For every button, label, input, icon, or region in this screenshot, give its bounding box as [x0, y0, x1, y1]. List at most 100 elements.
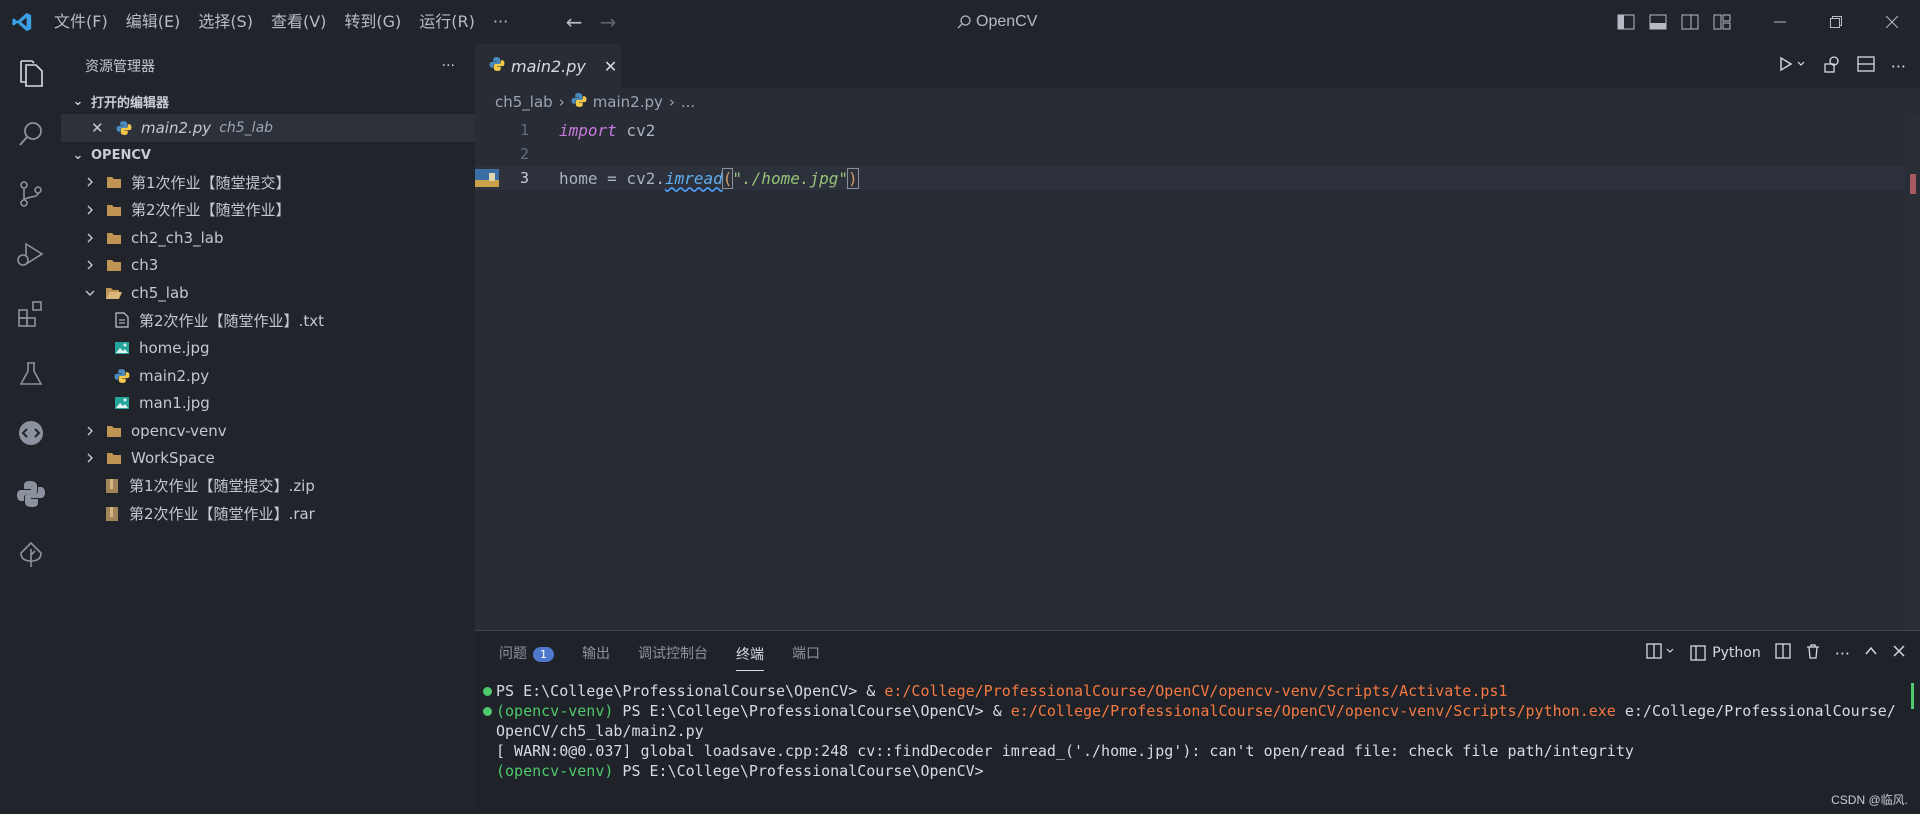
- image-file-icon: [113, 394, 131, 412]
- menu-run[interactable]: 运行(R): [410, 0, 484, 44]
- code-line-current: 3 home = cv2.imread("./home.jpg"): [475, 166, 1905, 190]
- file-tree-item[interactable]: ch2_ch3_lab: [61, 224, 475, 252]
- success-dot-icon: [483, 701, 496, 721]
- tab-output[interactable]: 输出: [582, 643, 610, 663]
- back-arrow-icon[interactable]: ←: [557, 0, 591, 44]
- breadcrumb-file[interactable]: main2.py: [593, 93, 663, 111]
- file-tree-label: WorkSpace: [131, 449, 215, 468]
- customize-layout-icon[interactable]: [1706, 0, 1738, 44]
- minimize-icon[interactable]: [1752, 0, 1808, 44]
- python-icon[interactable]: [0, 464, 61, 524]
- tab-terminal[interactable]: 终端: [736, 644, 764, 671]
- menu-selection[interactable]: 选择(S): [189, 0, 262, 44]
- folder-icon: [105, 201, 123, 219]
- toggle-panel-icon[interactable]: [1642, 0, 1674, 44]
- terminal-text: e:/College/ProfessionalCourse/: [1615, 702, 1896, 720]
- restore-icon[interactable]: [1808, 0, 1864, 44]
- terminal-venv: (opencv-venv): [496, 702, 614, 720]
- tab-ports[interactable]: 端口: [792, 643, 820, 663]
- explorer-icon[interactable]: [0, 44, 61, 104]
- menu-go[interactable]: 转到(G): [335, 0, 410, 44]
- terminal-panel-icon: [1690, 645, 1706, 661]
- split-terminal-icon[interactable]: [1775, 643, 1791, 663]
- open-editor-item[interactable]: ✕ main2.py ch5_lab: [61, 114, 475, 142]
- code-text: home = cv2.: [559, 168, 665, 188]
- open-editor-desc: ch5_lab: [219, 119, 274, 136]
- chat-icon[interactable]: [0, 404, 61, 464]
- terminal-warning: [ WARN:0@0.037] global loadsave.cpp:248 …: [496, 742, 1634, 760]
- bottom-panel: 问题 1 输出 调试控制台 终端 端口 Python ··· PS E:\Coll…: [475, 630, 1920, 814]
- line-number: 1: [519, 121, 529, 139]
- folder-icon: [105, 449, 123, 467]
- archive-file-icon: [103, 477, 121, 495]
- close-icon[interactable]: ✕: [91, 119, 109, 137]
- tab-problems[interactable]: 问题 1: [499, 643, 554, 663]
- success-dot-icon: [483, 681, 496, 701]
- explorer-title: 资源管理器: [85, 59, 155, 75]
- open-editors-section[interactable]: ⌄ 打开的编辑器: [61, 88, 475, 114]
- problems-label: 问题: [499, 646, 527, 662]
- tab-main2-py[interactable]: main2.py ✕: [475, 44, 621, 88]
- remote-tree-icon[interactable]: [0, 524, 61, 584]
- file-tree-item[interactable]: 第2次作业【随堂作业】.rar: [61, 500, 475, 528]
- terminal-line: PS E:\College\ProfessionalCourse\OpenCV>…: [483, 681, 1920, 701]
- compare-changes-icon[interactable]: [1823, 55, 1841, 77]
- extensions-icon[interactable]: [0, 284, 61, 344]
- menu-more[interactable]: ···: [484, 0, 517, 44]
- testing-flask-icon[interactable]: [0, 344, 61, 404]
- file-tree-item[interactable]: 第1次作业【随堂提交】: [61, 169, 475, 197]
- search-icon[interactable]: [0, 104, 61, 164]
- run-debug-icon[interactable]: [0, 224, 61, 284]
- menu-file[interactable]: 文件(F): [44, 0, 117, 44]
- toggle-sidebar-icon[interactable]: [1610, 0, 1642, 44]
- file-tree-item[interactable]: opencv-venv: [61, 417, 475, 445]
- editor-more-icon[interactable]: ···: [1891, 57, 1906, 76]
- file-tree-label: 第2次作业【随堂作业】.rar: [129, 505, 315, 524]
- file-tree-item[interactable]: WorkSpace: [61, 445, 475, 473]
- close-window-icon[interactable]: [1864, 0, 1920, 44]
- terminal-output[interactable]: PS E:\College\ProfessionalCourse\OpenCV>…: [475, 675, 1920, 781]
- code-editor[interactable]: 1 import cv2 2 3 home = cv2.imread("./ho…: [475, 116, 1920, 630]
- new-terminal-split-icon[interactable]: [1646, 643, 1676, 663]
- breadcrumb-symbol[interactable]: ...: [681, 93, 695, 111]
- file-tree-item[interactable]: man1.jpg: [61, 389, 475, 417]
- trash-icon[interactable]: [1805, 643, 1821, 663]
- terminal-line: (opencv-venv) PS E:\College\Professional…: [483, 701, 1920, 721]
- panel-more-icon[interactable]: ···: [1835, 644, 1850, 663]
- command-center[interactable]: OpenCV: [956, 0, 1037, 44]
- toggle-secondary-sidebar-icon[interactable]: [1674, 0, 1706, 44]
- file-tree-item[interactable]: main2.py: [61, 362, 475, 390]
- file-tree-item[interactable]: ch5_lab: [61, 279, 475, 307]
- explorer-more-button[interactable]: ···: [442, 58, 455, 74]
- file-tree-label: ch5_lab: [131, 283, 189, 302]
- explorer-sidebar: 资源管理器 ··· ⌄ 打开的编辑器 ✕ main2.py ch5_lab ⌄ …: [61, 44, 475, 814]
- file-tree-item[interactable]: ch3: [61, 251, 475, 279]
- file-tree-item[interactable]: 第2次作业【随堂作业】.txt: [61, 307, 475, 335]
- close-tab-icon[interactable]: ✕: [604, 57, 617, 76]
- folder-icon: [105, 229, 123, 247]
- file-tree-item[interactable]: 第1次作业【随堂提交】.zip: [61, 472, 475, 500]
- tab-debug-console[interactable]: 调试控制台: [638, 643, 708, 663]
- forward-arrow-icon[interactable]: →: [591, 0, 625, 44]
- file-tree-label: 第1次作业【随堂提交】: [131, 173, 291, 192]
- activity-bar: [0, 44, 61, 814]
- file-tree-item[interactable]: home.jpg: [61, 334, 475, 362]
- chevron-down-icon: ⌄: [72, 93, 84, 109]
- menu-view[interactable]: 查看(V): [262, 0, 335, 44]
- maximize-panel-icon[interactable]: [1864, 644, 1878, 662]
- file-tree-label: 第2次作业【随堂作业】.txt: [139, 311, 324, 330]
- menu-edit[interactable]: 编辑(E): [117, 0, 190, 44]
- workspace-section[interactable]: ⌄ OPENCV: [61, 143, 475, 169]
- terminal-text: OpenCV/ch5_lab/main2.py: [496, 722, 704, 740]
- file-tree-item[interactable]: 第2次作业【随堂作业】: [61, 196, 475, 224]
- run-file-icon[interactable]: [1779, 56, 1807, 76]
- terminal-shell-label: Python: [1712, 645, 1761, 661]
- terminal-shell-selector[interactable]: Python: [1690, 645, 1761, 661]
- breadcrumb-folder[interactable]: ch5_lab: [495, 93, 553, 111]
- overview-ruler-marker: [1910, 174, 1916, 194]
- close-panel-icon[interactable]: [1892, 644, 1906, 662]
- file-tree-label: ch2_ch3_lab: [131, 228, 224, 247]
- source-control-icon[interactable]: [0, 164, 61, 224]
- editor-scrollbar[interactable]: [1906, 116, 1920, 630]
- split-editor-icon[interactable]: [1857, 56, 1875, 76]
